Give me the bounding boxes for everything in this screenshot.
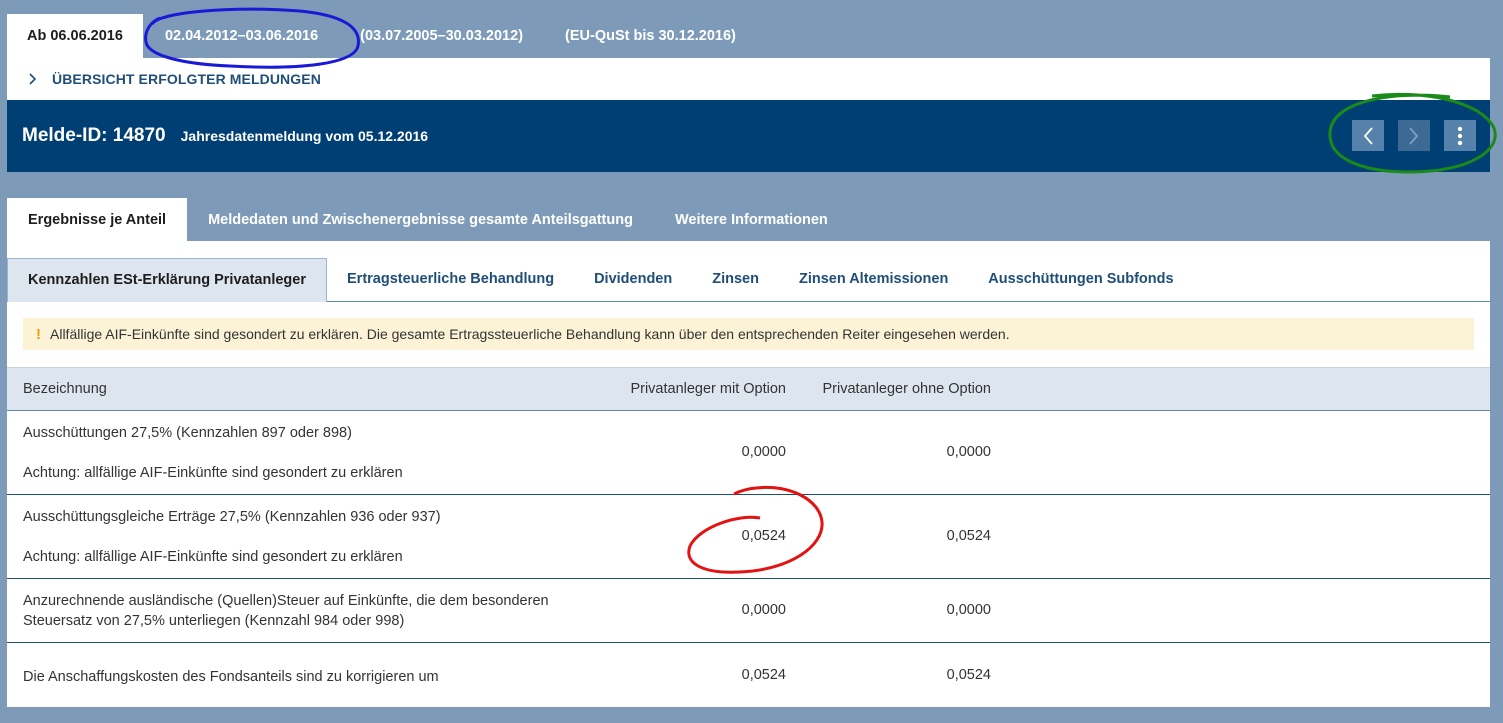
subtab-zinsen[interactable]: Zinsen	[692, 258, 779, 301]
melde-id: Melde-ID: 14870	[22, 125, 166, 146]
tab-ergebnisse-je-anteil[interactable]: Ergebnisse je Anteil	[7, 198, 188, 242]
report-navigation	[1338, 120, 1476, 151]
tab-period-2005-2012[interactable]: (03.07.2005–30.03.2012)	[339, 14, 544, 58]
previous-report-button[interactable]	[1352, 120, 1384, 151]
row-value-ohne-option: 0,0524	[946, 528, 991, 544]
row-note: Achtung: allfällige AIF-Einkünfte sind g…	[23, 465, 403, 481]
chevron-left-icon	[1363, 126, 1373, 145]
row-value-ohne-option: 0,0524	[946, 667, 991, 683]
row-label: Ausschüttungen 27,5% (Kennzahlen 897 ode…	[23, 425, 352, 441]
table-row: Ausschüttungen 27,5% (Kennzahlen 897 ode…	[7, 411, 1490, 495]
row-value-mit-option: 0,0000	[741, 602, 786, 618]
sub-tabs: Kennzahlen ESt-Erklärung Privatanleger E…	[7, 258, 1490, 302]
report-header: Melde-ID: 14870 Jahresdatenmeldung vom 0…	[7, 100, 1490, 172]
warning-icon: !	[36, 325, 41, 343]
row-label: Die Anschaffungskosten des Fondsanteils …	[23, 669, 439, 685]
tab-period-current[interactable]: Ab 06.06.2016	[7, 14, 143, 58]
report-description: Jahresdatenmeldung vom 05.12.2016	[180, 128, 429, 144]
subtab-ertragsteuerliche-behandlung[interactable]: Ertragsteuerliche Behandlung	[327, 258, 574, 301]
table-header: Bezeichnung Privatanleger mit Option Pri…	[7, 367, 1490, 411]
chevron-right-icon	[28, 72, 42, 86]
content-panel: Kennzahlen ESt-Erklärung Privatanleger E…	[7, 241, 1490, 707]
row-value-ohne-option: 0,0000	[946, 444, 991, 460]
table-row: Ausschüttungsgleiche Erträge 27,5% (Kenn…	[7, 495, 1490, 579]
more-options-button[interactable]	[1444, 120, 1476, 151]
row-value-mit-option: 0,0524	[741, 667, 786, 683]
tab-period-2012-2016[interactable]: 02.04.2012–03.06.2016	[144, 14, 339, 58]
period-tabs: Ab 06.06.2016 02.04.2012–03.06.2016 (03.…	[7, 14, 757, 58]
subtab-ausschuettungen-subfonds[interactable]: Ausschüttungen Subfonds	[968, 258, 1193, 301]
row-value-mit-option: 0,0000	[741, 444, 786, 460]
aif-notice: ! Allfällige AIF-Einkünfte sind gesonder…	[23, 318, 1474, 350]
row-value-ohne-option: 0,0000	[946, 602, 991, 618]
tab-meldedaten[interactable]: Meldedaten und Zwischenergebnisse gesamt…	[187, 198, 654, 242]
tab-period-eu-qust[interactable]: (EU-QuSt bis 30.12.2016)	[544, 14, 757, 58]
table-row: Die Anschaffungskosten des Fondsanteils …	[7, 643, 1490, 707]
notice-text: Allfällige AIF-Einkünfte sind gesondert …	[50, 326, 1010, 342]
tab-weitere-informationen[interactable]: Weitere Informationen	[654, 198, 849, 242]
column-header-mit-option: Privatanleger mit Option	[630, 381, 786, 397]
row-label: Ausschüttungsgleiche Erträge 27,5% (Kenn…	[23, 509, 441, 525]
column-header-ohne-option: Privatanleger ohne Option	[822, 381, 991, 397]
row-value-mit-option: 0,0524	[741, 528, 786, 544]
subtab-dividenden[interactable]: Dividenden	[574, 258, 692, 301]
overview-label: ÜBERSICHT ERFOLGTER MELDUNGEN	[52, 71, 321, 87]
subtab-zinsen-altemissionen[interactable]: Zinsen Altemissionen	[779, 258, 968, 301]
chevron-right-icon	[1409, 126, 1419, 145]
more-vertical-icon	[1457, 126, 1463, 145]
subtab-kennzahlen[interactable]: Kennzahlen ESt-Erklärung Privatanleger	[7, 258, 327, 302]
column-header-bezeichnung: Bezeichnung	[23, 381, 107, 397]
row-note: Achtung: allfällige AIF-Einkünfte sind g…	[23, 549, 403, 565]
main-tabs: Ergebnisse je Anteil Meldedaten und Zwis…	[7, 198, 849, 242]
overview-toggle[interactable]: ÜBERSICHT ERFOLGTER MELDUNGEN	[7, 58, 1490, 100]
next-report-button[interactable]	[1398, 120, 1430, 151]
table-row: Anzurechnende ausländische (Quellen)Steu…	[7, 579, 1490, 643]
row-label: Anzurechnende ausländische (Quellen)Steu…	[23, 593, 549, 629]
